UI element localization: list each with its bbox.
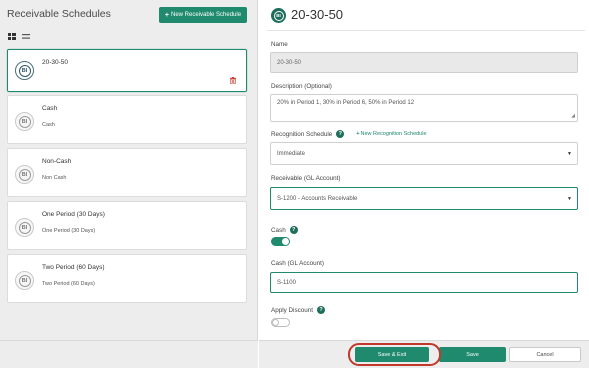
cancel-button[interactable]: Cancel	[509, 347, 581, 362]
header-divider	[267, 30, 585, 31]
schedule-card[interactable]: BI Two Period (60 Days) Two Period (60 D…	[7, 254, 247, 303]
cash-gl-value: S-1100	[277, 279, 296, 286]
card-description: Two Period (60 Days)	[42, 281, 95, 287]
recognition-label-text: Recognition Schedule	[271, 130, 333, 138]
discount-label-text: Apply Discount	[271, 306, 313, 314]
toggle-knob	[272, 319, 279, 326]
cash-gl-label-text: Cash (GL Account)	[271, 260, 324, 267]
receivable-select[interactable]: S-1200 - Accounts Receivable ▼	[270, 187, 578, 210]
schedule-card[interactable]: BI Cash Cash	[7, 95, 247, 144]
discount-toggle[interactable]	[271, 318, 290, 327]
description-value: 20% in Period 1, 30% in Period 6, 50% in…	[277, 100, 415, 106]
schedule-badge-icon: BI	[15, 61, 34, 80]
card-name: One Period (30 Days)	[42, 211, 105, 218]
badge-text: BI	[18, 221, 31, 234]
help-icon[interactable]: ?	[289, 226, 298, 234]
badge-text: BI	[18, 274, 31, 287]
caret-down-icon: ▼	[567, 150, 572, 157]
description-label: Description (Optional)	[271, 83, 332, 90]
recognition-label: Recognition Schedule ? +New Recognition …	[271, 130, 427, 138]
card-description: Non Cash	[42, 175, 67, 181]
toggle-knob	[282, 238, 289, 245]
schedule-card[interactable]: BI Non-Cash Non Cash	[7, 148, 247, 197]
schedule-card[interactable]: BI One Period (30 Days) One Period (30 D…	[7, 201, 247, 250]
plus-icon: +	[356, 131, 360, 137]
name-label-text: Name	[271, 41, 288, 48]
receivable-value: S-1200 - Accounts Receivable	[277, 195, 358, 202]
new-schedule-label: New Receivable Schedule	[171, 12, 242, 18]
name-value: 20-30-50	[277, 59, 302, 66]
schedule-badge-icon: BI	[15, 165, 34, 184]
card-name: Cash	[42, 105, 58, 112]
cash-label: Cash ?	[271, 226, 298, 234]
caret-down-icon: ▼	[567, 195, 572, 202]
detail-title: 20-30-50	[291, 7, 344, 22]
new-recognition-schedule-link[interactable]: +New Recognition Schedule	[356, 131, 426, 137]
cash-toggle[interactable]	[271, 237, 290, 246]
card-description: Cash	[42, 122, 55, 128]
panel-title: Receivable Schedules	[7, 8, 111, 20]
cash-gl-label: Cash (GL Account)	[271, 260, 324, 267]
grid-view-icon[interactable]	[8, 33, 16, 40]
help-icon[interactable]: ?	[317, 306, 325, 314]
card-name: Two Period (60 Days)	[42, 264, 105, 271]
schedule-badge-icon: BI	[271, 8, 286, 23]
badge-text: BI	[18, 64, 31, 77]
schedule-badge-icon: BI	[15, 271, 34, 290]
schedule-badge-icon: BI	[15, 218, 34, 237]
app-root: Receivable Schedules + New Receivable Sc…	[0, 0, 589, 368]
description-label-text: Description (Optional)	[271, 83, 332, 90]
card-description: One Period (30 Days)	[42, 228, 96, 234]
schedule-card[interactable]: BI 20-30-50	[7, 49, 247, 92]
recognition-select[interactable]: Immediate ▼	[270, 142, 578, 165]
badge-text: BI	[18, 115, 31, 128]
resize-handle-icon[interactable]: ◢	[571, 114, 575, 119]
receivable-label: Receivable (GL Account)	[271, 175, 340, 182]
plus-icon: +	[164, 11, 170, 19]
discount-label: Apply Discount ?	[271, 306, 325, 314]
name-field: 20-30-50	[270, 52, 578, 73]
cash-gl-field[interactable]: S-1100	[270, 272, 578, 293]
schedule-list-panel: Receivable Schedules + New Receivable Sc…	[0, 0, 258, 368]
help-icon[interactable]: ?	[336, 130, 345, 138]
recognition-value: Immediate	[277, 150, 306, 157]
list-view-icon[interactable]	[22, 33, 30, 40]
view-toggle	[8, 33, 30, 40]
card-name: 20-30-50	[42, 59, 69, 66]
schedule-detail-panel: BI 20-30-50 Name 20-30-50 Description (O…	[259, 0, 589, 368]
save-and-exit-button[interactable]: Save & Exit	[355, 347, 429, 362]
description-textarea[interactable]: 20% in Period 1, 30% in Period 6, 50% in…	[270, 94, 578, 122]
new-receivable-schedule-button[interactable]: + New Receivable Schedule	[159, 7, 247, 23]
name-label: Name	[271, 41, 288, 48]
save-button[interactable]: Save	[439, 347, 506, 362]
action-footer: Save & Exit Save Cancel	[259, 340, 589, 368]
schedule-card-list: BI 20-30-50 BI Cash Cash BI Non-Cash Non	[0, 46, 258, 340]
badge-text: BI	[273, 10, 284, 21]
cash-label-text: Cash	[271, 226, 286, 234]
receivable-label-text: Receivable (GL Account)	[271, 175, 341, 182]
schedule-badge-icon: BI	[15, 112, 34, 131]
card-name: Non-Cash	[42, 158, 72, 165]
left-footer	[0, 340, 258, 368]
trash-icon[interactable]	[230, 77, 236, 84]
badge-text: BI	[18, 168, 31, 181]
link-label: New Recognition Schedule	[360, 131, 427, 137]
